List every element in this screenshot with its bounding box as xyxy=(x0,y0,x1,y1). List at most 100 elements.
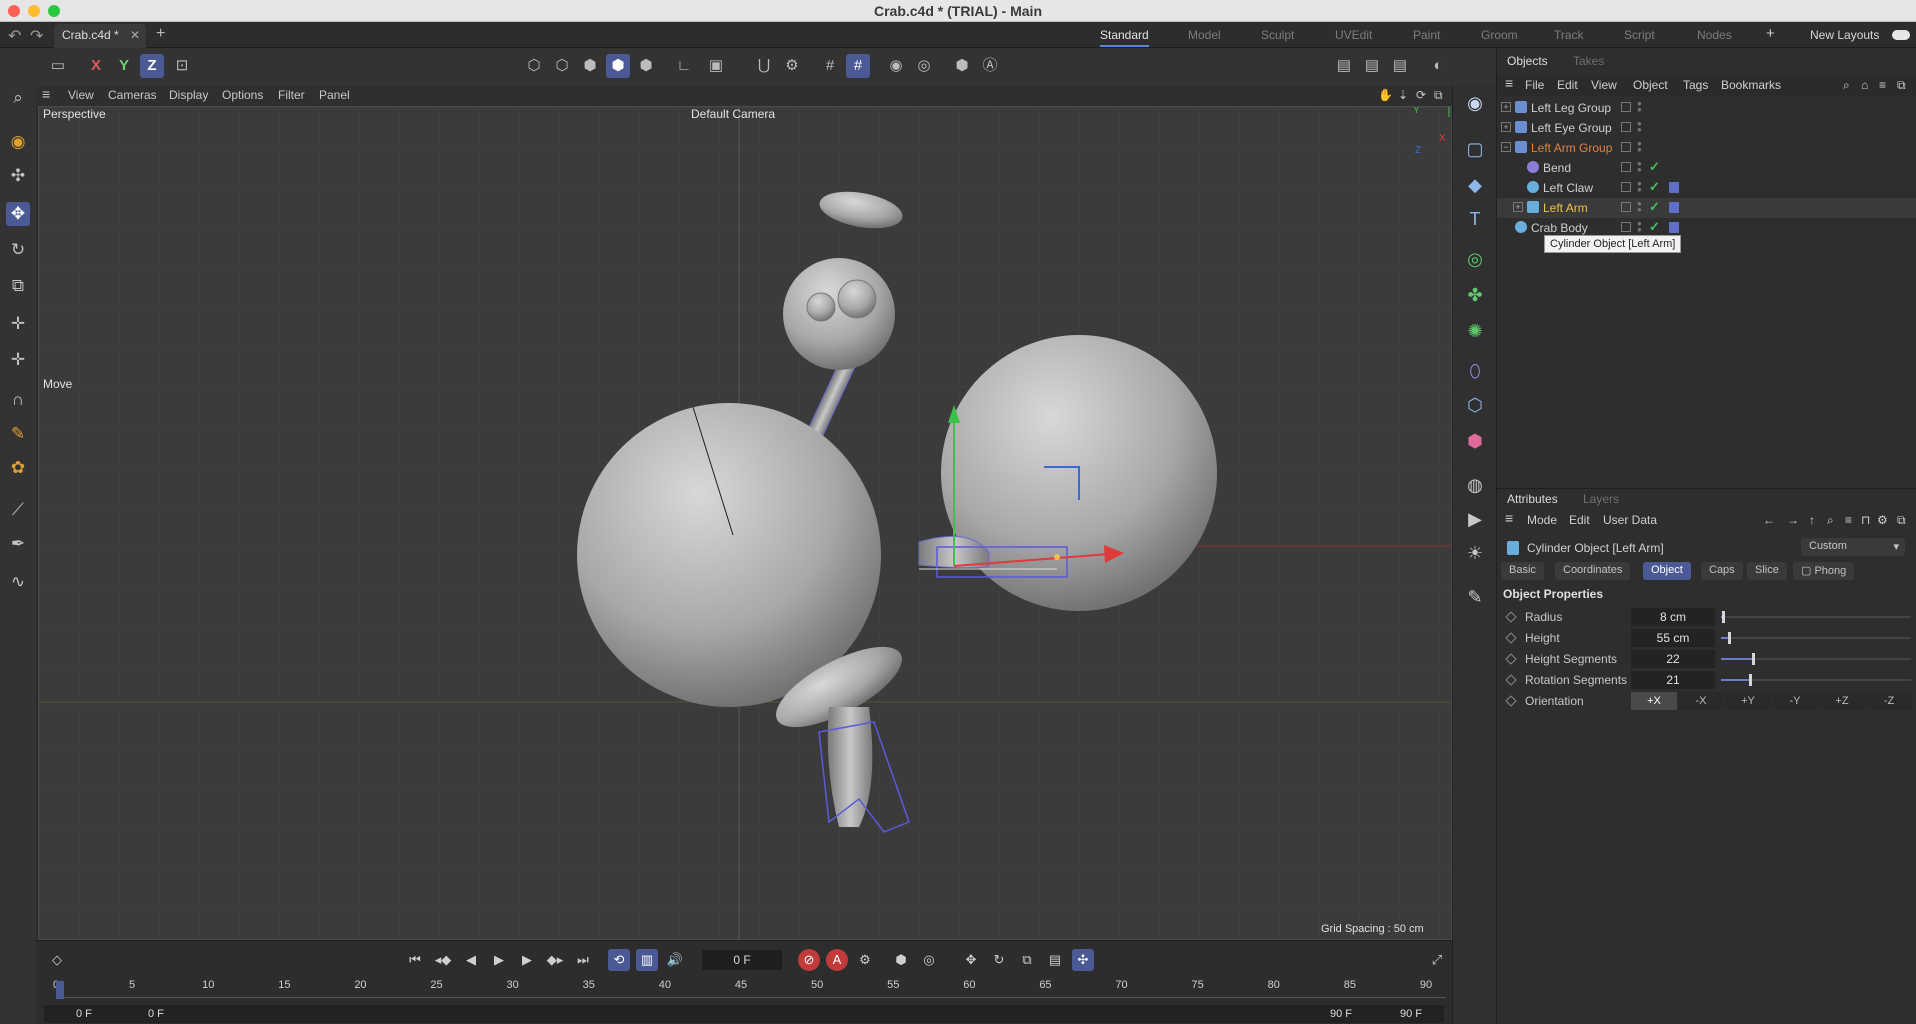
keyframe-icon[interactable]: ◇ xyxy=(46,949,68,971)
expand-icon[interactable]: + xyxy=(1501,122,1511,132)
current-frame-field[interactable]: 0 F xyxy=(702,950,782,970)
spline-tool-icon[interactable]: ∿ xyxy=(6,570,30,594)
rotate-tool-icon[interactable]: ↻ xyxy=(6,238,30,262)
solo-icon[interactable]: ▣ xyxy=(704,54,728,78)
add-layout-icon[interactable]: + xyxy=(1766,25,1775,42)
orientation-minus-z[interactable]: -Z xyxy=(1866,692,1912,710)
scale-key-icon[interactable]: ⧉ xyxy=(1016,949,1038,971)
timeline-ruler[interactable]: 051015202530354045505560657075808590 xyxy=(53,979,1446,999)
layout-tab-paint[interactable]: Paint xyxy=(1413,28,1440,42)
enabled-check-icon[interactable]: ✓ xyxy=(1649,159,1660,175)
next-frame-icon[interactable]: ▶ xyxy=(516,949,538,971)
filter-icon[interactable]: ≡ xyxy=(1879,78,1886,92)
axis-mode-icon[interactable]: ∟ xyxy=(672,54,696,78)
live-select-icon[interactable]: ✣ xyxy=(6,164,30,188)
keyframe-diamond-icon[interactable] xyxy=(1505,674,1517,686)
enabled-check-icon[interactable]: ✓ xyxy=(1649,179,1660,195)
layout-tab-model[interactable]: Model xyxy=(1188,28,1221,42)
slider-knob[interactable] xyxy=(1727,632,1731,644)
render-dots[interactable]: ● ● xyxy=(1637,180,1642,194)
transfer-tool-icon[interactable]: ✛ xyxy=(6,312,30,336)
range-start-preview[interactable]: 0 F xyxy=(148,1008,164,1020)
height-segments-slider[interactable] xyxy=(1721,653,1911,665)
visibility-toggle[interactable] xyxy=(1621,182,1631,192)
orientation-plus-x[interactable]: +X xyxy=(1631,692,1677,710)
playback-rate-icon[interactable]: ▥ xyxy=(636,949,658,971)
y-axis-toggle[interactable]: Y xyxy=(112,54,136,78)
phong-tag-icon[interactable] xyxy=(1669,182,1679,193)
radius-field[interactable]: 8 cm xyxy=(1631,608,1715,626)
objects-menu-view[interactable]: View xyxy=(1591,78,1617,92)
effector-icon[interactable]: ✺ xyxy=(1462,318,1488,344)
loop-icon[interactable]: ⟲ xyxy=(608,949,630,971)
visibility-toggle[interactable] xyxy=(1621,222,1631,232)
layout-tab-uvedit[interactable]: UVEdit xyxy=(1335,28,1372,42)
play-icon[interactable]: ▶ xyxy=(488,949,510,971)
maximize-view-icon[interactable]: ⧉ xyxy=(1434,88,1443,103)
phong-tag-icon[interactable] xyxy=(1669,222,1679,233)
viewport-menu-cameras[interactable]: Cameras xyxy=(108,88,157,102)
viewport-menu-icon[interactable]: ≡ xyxy=(42,86,50,102)
render-dots[interactable]: ● ● xyxy=(1637,160,1642,174)
layout-tab-groom[interactable]: Groom xyxy=(1481,28,1518,42)
objects-menu-tags[interactable]: Tags xyxy=(1683,78,1708,92)
parameter-key-icon[interactable]: ▤ xyxy=(1044,949,1066,971)
new-layouts-label[interactable]: New Layouts xyxy=(1810,28,1879,42)
object-row-left-eye-group[interactable]: + Left Eye Group ● ● xyxy=(1497,118,1916,138)
enabled-check-icon[interactable]: ✓ xyxy=(1649,219,1660,235)
visibility-toggle[interactable] xyxy=(1621,102,1631,112)
tab-layers[interactable]: Layers xyxy=(1583,492,1619,506)
tab-basic[interactable]: Basic xyxy=(1501,562,1544,580)
cloner-icon[interactable]: ✤ xyxy=(1462,282,1488,308)
filter-icon[interactable]: ≡ xyxy=(1845,513,1852,527)
placement-tool-icon[interactable]: ✛ xyxy=(6,348,30,372)
edit-icon[interactable]: ✎ xyxy=(1462,584,1488,610)
magnet-tool-icon[interactable]: ∩ xyxy=(6,388,30,412)
autokey-icon[interactable]: A xyxy=(826,949,848,971)
attributes-menu-mode[interactable]: Mode xyxy=(1527,513,1557,527)
render-dots[interactable]: ● ● xyxy=(1637,120,1642,134)
rotation-segments-field[interactable]: 21 xyxy=(1631,671,1715,689)
playhead[interactable] xyxy=(56,981,64,999)
keyframe-diamond-icon[interactable] xyxy=(1505,611,1517,623)
orientation-minus-x[interactable]: -X xyxy=(1678,692,1724,710)
spline-object-icon[interactable]: ⬢ xyxy=(1462,428,1488,454)
phong-tag-icon[interactable] xyxy=(1669,202,1679,213)
viewport-menu-filter[interactable]: Filter xyxy=(278,88,305,102)
keyframe-diamond-icon[interactable] xyxy=(1505,632,1517,644)
next-key-icon[interactable]: ◆▸ xyxy=(544,949,566,971)
redo-icon[interactable]: ↷ xyxy=(30,26,43,46)
tab-object[interactable]: Object xyxy=(1643,562,1691,580)
sync-icon[interactable]: ◐ xyxy=(1426,54,1450,78)
rotation-segments-slider[interactable] xyxy=(1721,674,1911,686)
select-tool-icon[interactable]: ◉ xyxy=(6,130,30,154)
key-settings-icon[interactable]: ⚙ xyxy=(854,949,876,971)
objects-menu-object[interactable]: Object xyxy=(1633,78,1668,92)
frame-range-bar[interactable]: 0 F 0 F 90 F 90 F xyxy=(44,1005,1444,1023)
home-icon[interactable]: ⌂ xyxy=(1861,78,1868,92)
attributes-menu-icon[interactable]: ≡ xyxy=(1505,510,1513,526)
polygons-mode-icon[interactable]: ⬢ xyxy=(578,54,602,78)
go-to-end-icon[interactable]: ⏭ xyxy=(572,949,594,971)
point-level-icon[interactable]: ✣ xyxy=(1072,949,1094,971)
ghost-icon[interactable]: ▭ xyxy=(46,54,70,78)
orientation-minus-y[interactable]: -Y xyxy=(1772,692,1818,710)
new-window-icon[interactable]: ⧉ xyxy=(1897,513,1906,528)
viewport-menu-options[interactable]: Options xyxy=(222,88,263,102)
edges-mode-icon[interactable]: ⬡ xyxy=(550,54,574,78)
search-icon[interactable]: ⌕ xyxy=(1827,513,1834,528)
light-object-icon[interactable]: ☀ xyxy=(1462,540,1488,566)
collapse-icon[interactable]: − xyxy=(1501,142,1511,152)
brush-tool-icon[interactable]: ⟋ xyxy=(6,498,30,522)
undo-icon[interactable]: ↶ xyxy=(8,26,21,46)
coordinate-system-icon[interactable]: ⊡ xyxy=(170,54,194,78)
tab-attributes[interactable]: Attributes xyxy=(1507,492,1558,506)
live-select-icon[interactable]: ◉ xyxy=(1462,90,1488,116)
auto-icon[interactable]: Ⓐ xyxy=(978,54,1002,78)
viewport-solo-icon[interactable]: ◎ xyxy=(912,54,936,78)
tab-caps[interactable]: Caps xyxy=(1701,562,1743,580)
lock-icon[interactable]: ⊓ xyxy=(1861,513,1870,527)
null-object-icon[interactable]: ▢ xyxy=(1462,136,1488,162)
z-axis-toggle[interactable]: Z xyxy=(140,54,164,78)
move-tool-icon[interactable]: ✥ xyxy=(6,202,30,226)
